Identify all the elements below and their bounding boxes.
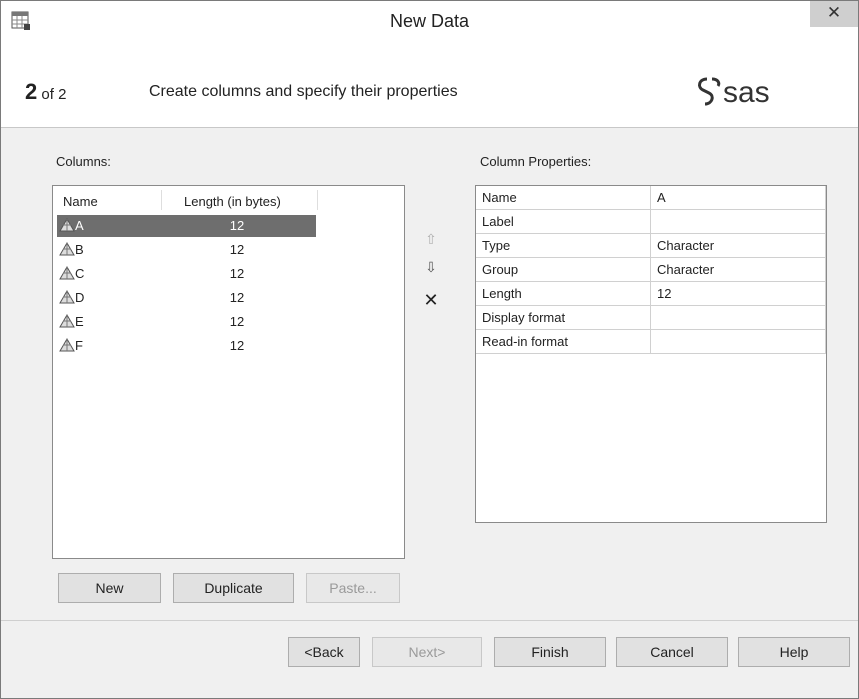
move-up-button[interactable]: ⇧	[419, 231, 443, 253]
close-icon: ✕	[826, 3, 842, 22]
character-column-icon	[59, 314, 75, 328]
property-value[interactable]: Character	[650, 257, 826, 282]
column-properties-grid[interactable]: Name A Label Type Character Group Character…	[475, 185, 827, 523]
finish-button[interactable]: Finish	[494, 637, 606, 667]
wizard-header: 2 of 2 Create columns and specify their …	[1, 41, 858, 128]
character-column-icon	[59, 218, 75, 232]
sas-logo-icon: sas	[698, 76, 770, 109]
cancel-button[interactable]: Cancel	[616, 637, 728, 667]
column-name: A	[75, 218, 84, 233]
property-row-display-format[interactable]: Display format	[476, 305, 826, 330]
property-key: Label	[476, 209, 651, 234]
step-description: Create columns and specify their propert…	[149, 83, 458, 100]
back-button[interactable]: <Back	[288, 637, 360, 667]
columns-list[interactable]: Name Length (in bytes) A 12 B 12 C 12 D …	[52, 185, 405, 559]
property-value[interactable]	[650, 209, 826, 234]
delete-column-button[interactable]: ✕	[419, 290, 443, 312]
property-key: Length	[476, 281, 651, 306]
column-name: D	[75, 290, 85, 305]
close-button[interactable]: ✕	[810, 1, 858, 27]
step-indicator: 2 of 2	[25, 79, 66, 105]
column-name: F	[75, 338, 83, 353]
column-name: B	[75, 242, 84, 257]
sas-logo-text: sas	[723, 76, 770, 109]
paste-column-button[interactable]: Paste...	[306, 573, 400, 603]
move-down-button[interactable]: ⇩	[419, 259, 443, 281]
column-properties-label: Column Properties:	[480, 154, 592, 169]
property-key: Name	[476, 186, 651, 210]
property-key: Read-in format	[476, 329, 651, 354]
property-key: Type	[476, 233, 651, 258]
property-row-read-in-format[interactable]: Read-in format	[476, 329, 826, 354]
column-length: 12	[229, 338, 245, 353]
property-row-length[interactable]: Length 12	[476, 281, 826, 306]
next-button[interactable]: Next>	[372, 637, 482, 667]
header-divider	[317, 190, 318, 210]
window-title: New Data	[389, 11, 470, 31]
property-value[interactable]: 12	[650, 281, 826, 306]
property-row-label[interactable]: Label	[476, 209, 826, 234]
property-value[interactable]	[650, 329, 826, 354]
character-column-icon	[59, 290, 75, 304]
step-number: 2	[25, 79, 38, 104]
column-name: C	[75, 266, 85, 281]
footer-separator	[1, 620, 858, 621]
property-key: Group	[476, 257, 651, 282]
column-name: E	[75, 314, 84, 329]
title-bar: New Data ✕	[1, 1, 858, 41]
property-key: Display format	[476, 305, 651, 330]
column-length: 12	[229, 242, 245, 257]
step-total: of 2	[41, 86, 67, 103]
arrow-up-icon: ⇧	[425, 231, 437, 247]
character-column-icon	[59, 266, 75, 280]
delete-icon: ✕	[423, 290, 439, 310]
property-value[interactable]: Character	[650, 233, 826, 258]
property-row-type[interactable]: Type Character	[476, 233, 826, 258]
property-value[interactable]: A	[650, 186, 826, 210]
new-data-dialog: New Data ✕ 2 of 2 Create columns and spe…	[0, 0, 859, 699]
header-divider	[161, 190, 162, 210]
property-value[interactable]	[650, 305, 826, 330]
help-button[interactable]: Help	[738, 637, 850, 667]
column-length: 12	[229, 290, 245, 305]
columns-label: Columns:	[56, 154, 111, 169]
arrow-down-icon: ⇩	[425, 259, 437, 275]
property-row-group[interactable]: Group Character	[476, 257, 826, 282]
property-row-name[interactable]: Name A	[476, 186, 826, 210]
new-column-button[interactable]: New	[58, 573, 161, 603]
column-header-name[interactable]: Name	[63, 194, 98, 209]
duplicate-column-button[interactable]: Duplicate	[173, 573, 294, 603]
character-column-icon	[59, 242, 75, 256]
column-row-a[interactable]: A 12	[57, 215, 316, 237]
column-length: 12	[229, 314, 245, 329]
character-column-icon	[59, 338, 75, 352]
column-header-length[interactable]: Length (in bytes)	[184, 194, 281, 209]
column-length: 12	[229, 218, 245, 233]
column-length: 12	[229, 266, 245, 281]
